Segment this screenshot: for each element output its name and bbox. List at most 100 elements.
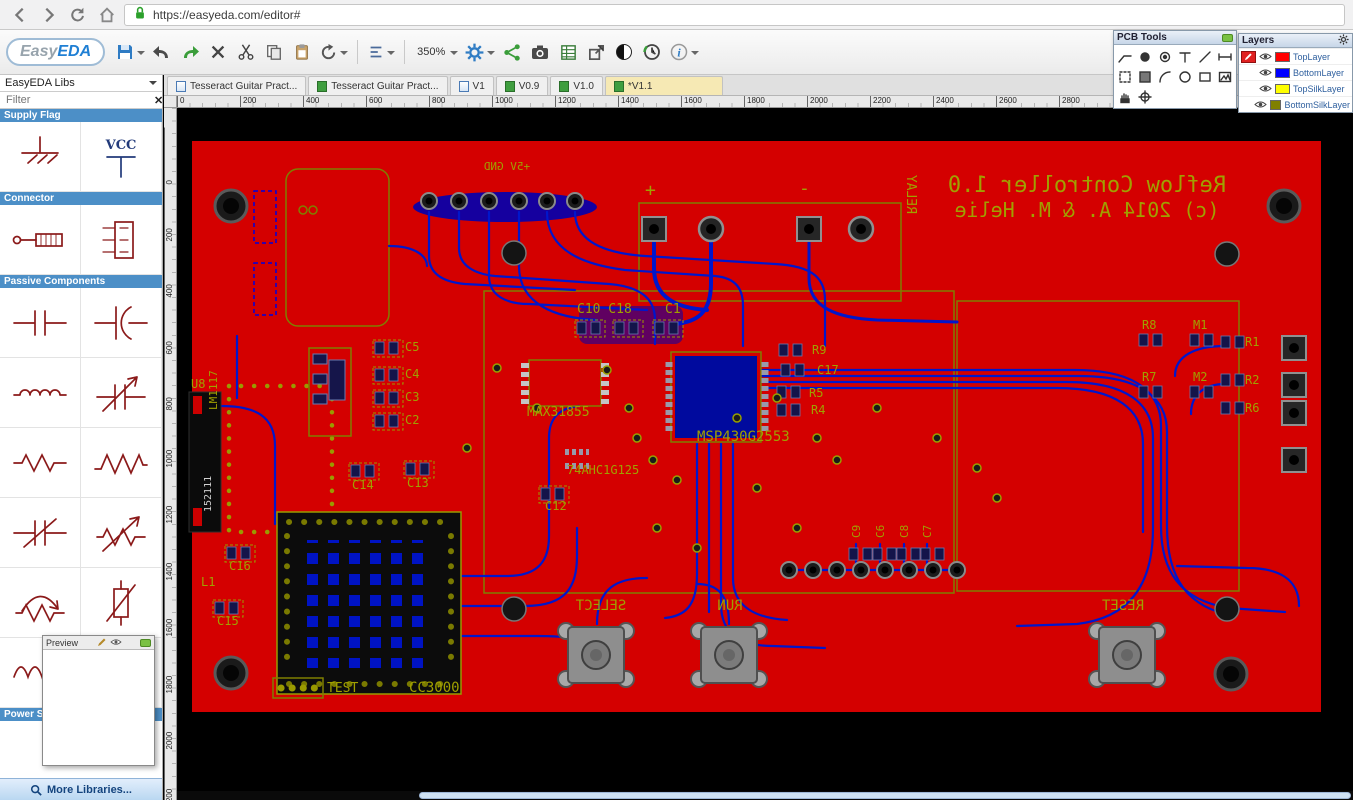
silk-label-c14[interactable]: C14 <box>352 478 374 492</box>
preview-titlebar[interactable]: Preview <box>43 636 154 650</box>
silk-label-r5[interactable]: R5 <box>809 386 823 400</box>
silk-label-max31855[interactable]: MAX31855 <box>527 405 590 420</box>
lib-symbol-potentiometer[interactable] <box>0 568 81 638</box>
edge-pad[interactable] <box>1282 448 1306 472</box>
share-button[interactable] <box>499 36 525 68</box>
tool-text[interactable] <box>1176 47 1195 66</box>
silk-label-c2[interactable]: C2 <box>405 413 419 427</box>
silk-label-r8[interactable]: R8 <box>1142 318 1156 332</box>
paste-button[interactable] <box>289 36 315 68</box>
mounting-hole[interactable] <box>1268 190 1300 222</box>
lib-symbol-capacitor[interactable] <box>0 288 81 358</box>
lib-symbol-resistor-variable[interactable] <box>81 498 162 568</box>
bom-table-button[interactable] <box>555 36 581 68</box>
tool-circle[interactable] <box>1176 67 1195 86</box>
silk-label-c10c18[interactable]: C10 C18 <box>577 302 632 317</box>
tool-arc[interactable] <box>1156 67 1175 86</box>
component-cc3000[interactable] <box>277 512 461 694</box>
layer-color-chip[interactable] <box>1275 84 1290 94</box>
tab-v0-9[interactable]: V0.9 <box>496 76 549 95</box>
lib-symbol-vcc[interactable]: VCC <box>81 122 162 192</box>
eye-icon[interactable] <box>1254 96 1267 114</box>
tab-tesseract-pcb[interactable]: Tesseract Guitar Pract... <box>308 76 447 95</box>
mounting-hole[interactable] <box>215 190 247 222</box>
lib-symbol-capacitor-slash[interactable] <box>0 498 81 568</box>
silk-label-c13[interactable]: C13 <box>407 476 429 490</box>
silk-label-c4[interactable]: C4 <box>405 367 419 381</box>
lib-symbol-capacitor-polarized[interactable] <box>81 288 162 358</box>
tool-dimension[interactable] <box>1215 47 1234 66</box>
tool-via[interactable] <box>1156 47 1175 66</box>
relay-pad[interactable] <box>797 217 821 241</box>
silk-label-buffer[interactable]: 74AHC1G125 <box>567 463 639 477</box>
lib-symbol-plug-connector[interactable] <box>0 205 81 275</box>
relay-pad[interactable] <box>642 217 666 241</box>
silk-label-test[interactable]: TEST <box>327 681 358 696</box>
clear-filter-icon[interactable]: ✕ <box>154 94 163 107</box>
silk-label-msp430[interactable]: MSP430G2553 <box>697 429 790 445</box>
reset-button-footprint[interactable] <box>1089 623 1165 687</box>
silk-label-lm1117[interactable]: LM1117 <box>207 370 220 410</box>
silk-label-c3[interactable]: C3 <box>405 390 419 404</box>
layer-row-topsilklayer[interactable]: TopSilkLayer <box>1239 80 1352 96</box>
layer-row-toplayer[interactable]: TopLayer <box>1239 48 1352 64</box>
silk-label-m2[interactable]: M2 <box>1193 370 1207 384</box>
inner-hole[interactable] <box>502 597 526 621</box>
silk-label-c1[interactable]: C1 <box>665 302 681 317</box>
silk-label-select[interactable]: SELECT <box>575 598 626 614</box>
silk-label-c7[interactable]: C7 <box>921 525 934 538</box>
edge-pad[interactable] <box>1282 336 1306 360</box>
inner-hole[interactable] <box>1215 242 1239 266</box>
silk-label-r4[interactable]: R4 <box>811 403 825 417</box>
mounting-hole[interactable] <box>1215 658 1247 690</box>
forward-arrow-icon[interactable] <box>37 3 61 27</box>
tool-copper-area[interactable] <box>1116 67 1135 86</box>
lib-symbol-resistor-zigzag[interactable] <box>81 428 162 498</box>
minimize-icon[interactable] <box>140 639 151 647</box>
eye-icon[interactable] <box>110 638 122 648</box>
layer-row-bottomsilklayer[interactable]: BottomSilkLayer <box>1239 96 1352 112</box>
tool-pad[interactable] <box>1136 47 1155 66</box>
scrollbar-thumb[interactable] <box>419 792 1351 799</box>
silk-label-c6[interactable]: C6 <box>874 525 887 538</box>
back-arrow-icon[interactable] <box>8 3 32 27</box>
layer-color-chip[interactable] <box>1270 100 1281 110</box>
silk-label-r7[interactable]: R7 <box>1142 370 1156 384</box>
export-button[interactable] <box>583 36 609 68</box>
lib-symbol-ground[interactable] <box>0 122 81 192</box>
silk-label-r9[interactable]: R9 <box>812 343 826 357</box>
silk-label-u8[interactable]: U8 <box>191 377 205 391</box>
silk-label-r2[interactable]: R2 <box>1245 373 1259 387</box>
settings-button[interactable] <box>462 36 497 68</box>
address-bar[interactable]: https://easyeda.com/editor# <box>124 4 1345 26</box>
silk-label-c9[interactable]: C9 <box>850 525 863 538</box>
history-button[interactable] <box>639 36 665 68</box>
chip-marking-152111[interactable]: 152111 <box>203 476 214 512</box>
silk-label-plus[interactable]: + <box>645 180 656 201</box>
section-supply-flag[interactable]: Supply Flag <box>0 109 162 122</box>
pcb-canvas-area[interactable]: 0200400600800100012001400160018002000220… <box>164 96 1353 800</box>
copy-button[interactable] <box>261 36 287 68</box>
more-libraries-button[interactable]: More Libraries... <box>0 778 162 800</box>
pcb-board-drawing[interactable]: Reflow Controller 1.0 (c) 2014 A. & M. H… <box>177 108 1353 800</box>
silk-label-c8[interactable]: C8 <box>898 525 911 538</box>
silk-label-c12[interactable]: C12 <box>545 499 567 513</box>
tab-v1-0[interactable]: V1.0 <box>550 76 603 95</box>
zoom-select[interactable]: 350% <box>412 36 460 68</box>
tool-line[interactable] <box>1195 47 1214 66</box>
theme-toggle-button[interactable] <box>611 36 637 68</box>
silk-label-relay[interactable]: RELAY <box>903 175 918 214</box>
easyeda-logo[interactable]: EasyEDA <box>6 38 105 66</box>
lib-symbol-inductor[interactable] <box>0 358 81 428</box>
silk-label-l1[interactable]: L1 <box>201 575 215 589</box>
gear-icon[interactable] <box>1338 34 1349 48</box>
lib-symbol-resistor[interactable] <box>0 428 81 498</box>
undo-button[interactable] <box>149 36 175 68</box>
save-button[interactable] <box>113 36 147 68</box>
info-button[interactable]: i <box>667 36 701 68</box>
inner-hole[interactable] <box>1215 597 1239 621</box>
silk-label-reset[interactable]: RESET <box>1101 598 1144 614</box>
libs-selector[interactable]: EasyEDA Libs <box>0 75 162 92</box>
edge-pad[interactable] <box>1282 401 1306 425</box>
relay-pad[interactable] <box>849 217 873 241</box>
